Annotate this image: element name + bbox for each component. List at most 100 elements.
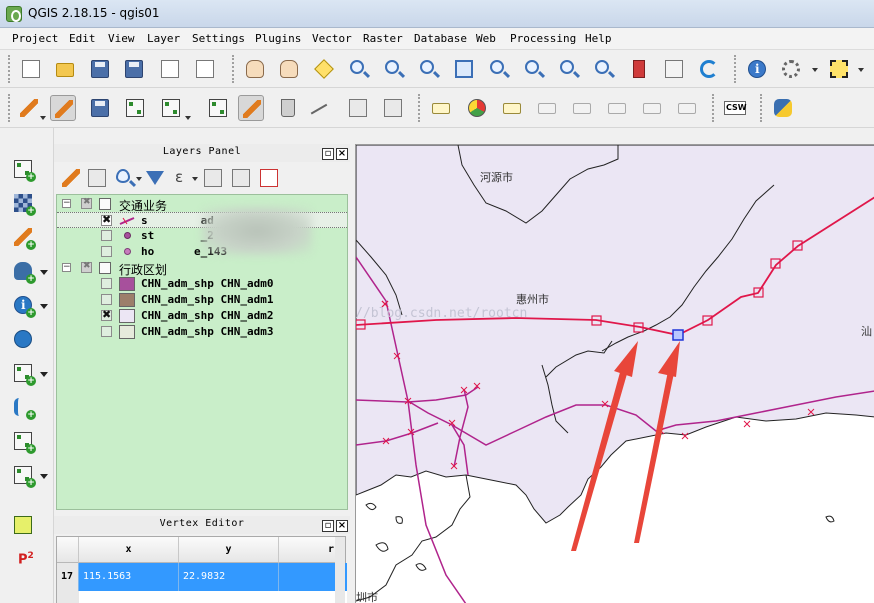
layer-visibility-checkbox[interactable] [101, 213, 112, 226]
toolbar-grip[interactable] [418, 94, 422, 122]
current-edits-button[interactable] [16, 95, 42, 121]
change-label-button[interactable] [674, 95, 700, 121]
vertex-tool-button[interactable] [238, 95, 264, 121]
toolbar-grip[interactable] [760, 94, 764, 122]
new-project-button[interactable] [18, 56, 44, 82]
copy-features-button[interactable] [345, 95, 371, 121]
add-raster-layer-button[interactable]: + [8, 188, 38, 218]
identify-features-button[interactable] [744, 56, 770, 82]
group-visibility-checkbox[interactable] [81, 197, 92, 209]
new-print-composer-button[interactable] [157, 56, 183, 82]
show-bookmarks-button[interactable] [661, 56, 687, 82]
chevron-down-icon[interactable] [40, 372, 48, 377]
layer-diagram-button[interactable] [464, 95, 490, 121]
menu-layer[interactable]: Layer [147, 32, 180, 45]
zoom-to-selection-button[interactable] [486, 56, 512, 82]
add-postgis-layer-button[interactable]: + [8, 256, 38, 286]
float-panel-button[interactable]: ▫ [322, 148, 334, 160]
chevron-down-icon[interactable] [40, 474, 48, 479]
cut-features-button[interactable] [310, 95, 336, 129]
vertical-scrollbar[interactable] [335, 537, 345, 603]
chevron-down-icon[interactable] [812, 68, 818, 72]
vertex-y-cell[interactable]: 22.9832 [179, 563, 279, 591]
filter-legend-button[interactable] [142, 165, 168, 191]
menu-processing[interactable]: Processing [510, 32, 576, 45]
zoom-out-button[interactable] [381, 56, 407, 82]
zoom-native-button[interactable] [416, 56, 442, 82]
pan-to-selection-button[interactable] [311, 56, 337, 82]
add-group-button[interactable] [84, 165, 110, 191]
new-bookmark-button[interactable] [626, 56, 652, 82]
add-virtual-layer-button[interactable]: + [8, 426, 38, 456]
add-vector-layer-button[interactable]: + [8, 154, 38, 184]
collapse-all-button[interactable] [228, 165, 254, 191]
collapse-icon[interactable]: − [62, 263, 71, 272]
vertex-x-cell[interactable]: 115.1563 [79, 563, 179, 591]
zoom-in-button[interactable] [346, 56, 372, 82]
layer-visibility-checkbox[interactable] [101, 278, 112, 289]
save-as-button[interactable] [121, 56, 147, 82]
open-project-button[interactable] [52, 56, 78, 82]
layer-visibility-checkbox[interactable] [101, 246, 112, 257]
add-wms-layer-button[interactable]: + [8, 290, 38, 320]
layer-item[interactable]: CHN_adm_shp CHN_adm3 [57, 324, 347, 340]
float-panel-button[interactable]: ▫ [322, 520, 334, 532]
chevron-down-icon[interactable] [40, 304, 48, 309]
save-layer-edits-button[interactable] [87, 95, 113, 121]
table-row[interactable]: 17 115.1563 22.9832 [57, 563, 347, 591]
toolbar-grip[interactable] [8, 55, 12, 83]
remove-layer-button[interactable] [256, 165, 282, 191]
layer-item[interactable]: CHN_adm_shp CHN_adm0 [57, 276, 347, 292]
touch-zoom-button[interactable] [242, 56, 268, 82]
menu-vector[interactable]: Vector [312, 32, 352, 45]
layers-panel-header[interactable]: Layers Panel ▫ × [54, 144, 350, 162]
paste-features-button[interactable] [380, 95, 406, 121]
add-wcs-layer-button[interactable]: + [8, 358, 38, 388]
run-feature-action-button[interactable] [778, 56, 804, 82]
zoom-last-button[interactable] [556, 56, 582, 82]
column-header-y[interactable]: y [179, 537, 279, 563]
pin-labels-button[interactable] [499, 95, 525, 121]
close-panel-button[interactable]: × [336, 148, 348, 160]
collapse-icon[interactable]: − [62, 199, 71, 208]
delete-selected-button[interactable] [275, 95, 301, 121]
filter-by-expression-button[interactable]: ε [168, 165, 194, 191]
layers-tree[interactable]: − 交通业务 s ad st _2 ho e_143 − [56, 194, 348, 510]
layer-labeling-button[interactable] [428, 95, 454, 121]
toolbar-grip[interactable] [734, 55, 738, 83]
column-header-r[interactable]: r [279, 537, 337, 563]
open-layer-styling-button[interactable] [58, 165, 84, 191]
highlight-pinned-button[interactable] [534, 95, 560, 121]
zoom-to-layer-button[interactable] [521, 56, 547, 82]
corner-header[interactable] [57, 537, 79, 563]
group-visibility-checkbox[interactable] [81, 261, 92, 273]
chevron-down-icon[interactable] [858, 68, 864, 72]
select-features-button[interactable] [826, 56, 852, 82]
menu-web[interactable]: Web [476, 32, 496, 45]
chevron-down-icon[interactable] [40, 116, 46, 120]
node-tool-button[interactable] [205, 95, 231, 121]
layer-visibility-checkbox[interactable] [101, 326, 112, 337]
row-number[interactable]: 17 [57, 563, 79, 591]
add-wfs-layer-button[interactable] [8, 324, 38, 354]
expand-all-button[interactable] [200, 165, 226, 191]
vertex-r-cell[interactable] [279, 563, 337, 591]
vertex-editor-header[interactable]: Vertex Editor ▫ × [54, 516, 350, 534]
composer-manager-button[interactable] [192, 56, 218, 82]
zoom-next-button[interactable] [591, 56, 617, 82]
selected-vertex[interactable] [672, 329, 684, 341]
vertex-editor-plugin-button[interactable] [8, 510, 38, 540]
layer-visibility-checkbox[interactable] [101, 294, 112, 305]
layer-group-admin[interactable]: − 行政区划 [57, 260, 347, 277]
add-feature-button[interactable] [122, 95, 148, 121]
save-project-button[interactable] [87, 56, 113, 82]
layer-visibility-checkbox[interactable] [101, 230, 112, 241]
table-row[interactable] [57, 591, 347, 603]
zoom-full-button[interactable] [451, 56, 477, 82]
vertex-table[interactable]: x y r 17 115.1563 22.9832 [56, 536, 347, 603]
toolbar-grip[interactable] [232, 55, 236, 83]
layer-visibility-checkbox[interactable] [101, 308, 112, 321]
menu-project[interactable]: Project [12, 32, 58, 45]
close-panel-button[interactable]: × [336, 520, 348, 532]
add-delimited-text-button[interactable]: + [8, 392, 38, 422]
